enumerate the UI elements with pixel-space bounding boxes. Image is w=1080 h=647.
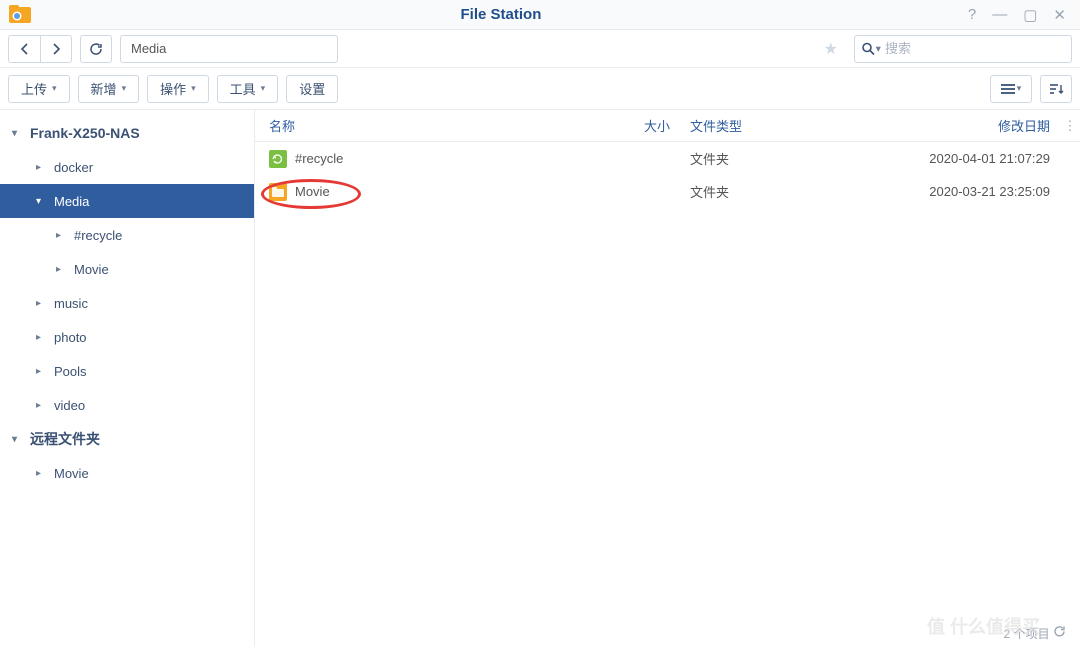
refresh-button[interactable]	[80, 35, 112, 63]
favorite-icon[interactable]: ★	[824, 39, 838, 59]
chevron-right-icon: ▸	[56, 230, 70, 241]
file-type: 文件夹	[680, 182, 860, 201]
column-menu-icon[interactable]: ⋮	[1060, 118, 1080, 134]
status-bar: 2 个项目	[1004, 619, 1066, 647]
chevron-down-icon: ▾	[1017, 83, 1022, 94]
tree-item-photo[interactable]: ▸ photo	[0, 320, 254, 354]
app-icon	[6, 1, 34, 29]
refresh-status-icon[interactable]	[1053, 625, 1066, 641]
chevron-down-icon: ▾	[191, 83, 196, 94]
tree-item-pools[interactable]: ▸ Pools	[0, 354, 254, 388]
tree-item-media[interactable]: ▾ Media	[0, 184, 254, 218]
back-button[interactable]	[8, 35, 40, 63]
action-button[interactable]: 操作▾	[147, 75, 209, 103]
close-icon[interactable]: ✕	[1053, 6, 1066, 24]
chevron-right-icon: ▸	[36, 162, 50, 173]
settings-button[interactable]: 设置	[286, 75, 338, 103]
file-date: 2020-04-01 21:07:29	[860, 151, 1060, 166]
chevron-right-icon: ▸	[36, 332, 50, 343]
chevron-right-icon: ▸	[36, 468, 50, 479]
tree-root[interactable]: ▾ Frank-X250-NAS	[0, 116, 254, 150]
upload-button[interactable]: 上传▾	[8, 75, 70, 103]
chevron-right-icon: ▸	[36, 366, 50, 377]
tree-item-recycle[interactable]: ▸ #recycle	[0, 218, 254, 252]
file-date: 2020-03-21 23:25:09	[860, 184, 1060, 199]
file-name: #recycle	[295, 151, 343, 166]
sidebar: ▾ Frank-X250-NAS ▸ docker ▾ Media ▸ #rec…	[0, 110, 255, 647]
list-row[interactable]: Movie 文件夹 2020-03-21 23:25:09	[255, 175, 1080, 208]
tree-item-movie[interactable]: ▸ Movie	[0, 252, 254, 286]
navbar: ★ ▾	[0, 30, 1080, 68]
chevron-down-icon: ▾	[12, 434, 26, 445]
column-date[interactable]: 修改日期	[860, 116, 1060, 135]
tree-item-remote-movie[interactable]: ▸ Movie	[0, 456, 254, 490]
minimize-icon[interactable]: —	[992, 6, 1007, 24]
search-input[interactable]	[854, 35, 1072, 63]
tree-root-remote[interactable]: ▾ 远程文件夹	[0, 422, 254, 456]
tree-item-music[interactable]: ▸ music	[0, 286, 254, 320]
file-name: Movie	[295, 184, 330, 199]
chevron-right-icon: ▸	[36, 298, 50, 309]
chevron-right-icon: ▸	[56, 264, 70, 275]
help-icon[interactable]: ?	[968, 6, 976, 24]
view-mode-button[interactable]: ▾	[990, 75, 1032, 103]
maximize-icon[interactable]: ▢	[1023, 6, 1037, 24]
sort-button[interactable]	[1040, 75, 1072, 103]
chevron-down-icon: ▾	[12, 128, 26, 139]
chevron-down-icon: ▾	[122, 83, 127, 94]
column-type[interactable]: 文件类型	[680, 116, 860, 135]
actionbar: 上传▾ 新增▾ 操作▾ 工具▾ 设置 ▾	[0, 68, 1080, 110]
list-row[interactable]: #recycle 文件夹 2020-04-01 21:07:29	[255, 142, 1080, 175]
chevron-right-icon: ▸	[36, 400, 50, 411]
chevron-down-icon: ▾	[36, 196, 50, 207]
titlebar: File Station ? — ▢ ✕	[0, 0, 1080, 30]
chevron-down-icon: ▾	[261, 83, 266, 94]
tree-item-docker[interactable]: ▸ docker	[0, 150, 254, 184]
tree-item-video[interactable]: ▸ video	[0, 388, 254, 422]
file-list: 名称 大小 文件类型 修改日期 ⋮ #recycle 文件夹 2020-04-0…	[255, 110, 1080, 647]
file-type: 文件夹	[680, 149, 860, 168]
column-name[interactable]: 名称	[255, 116, 620, 135]
path-input[interactable]	[120, 35, 338, 63]
recycle-icon	[269, 150, 287, 168]
window-title: File Station	[34, 6, 968, 23]
tool-button[interactable]: 工具▾	[217, 75, 279, 103]
chevron-down-icon: ▾	[52, 83, 57, 94]
list-header: 名称 大小 文件类型 修改日期 ⋮	[255, 110, 1080, 142]
search-icon: ▾	[862, 42, 881, 55]
forward-button[interactable]	[40, 35, 72, 63]
folder-icon	[269, 183, 287, 201]
column-size[interactable]: 大小	[620, 116, 680, 135]
create-button[interactable]: 新增▾	[78, 75, 140, 103]
